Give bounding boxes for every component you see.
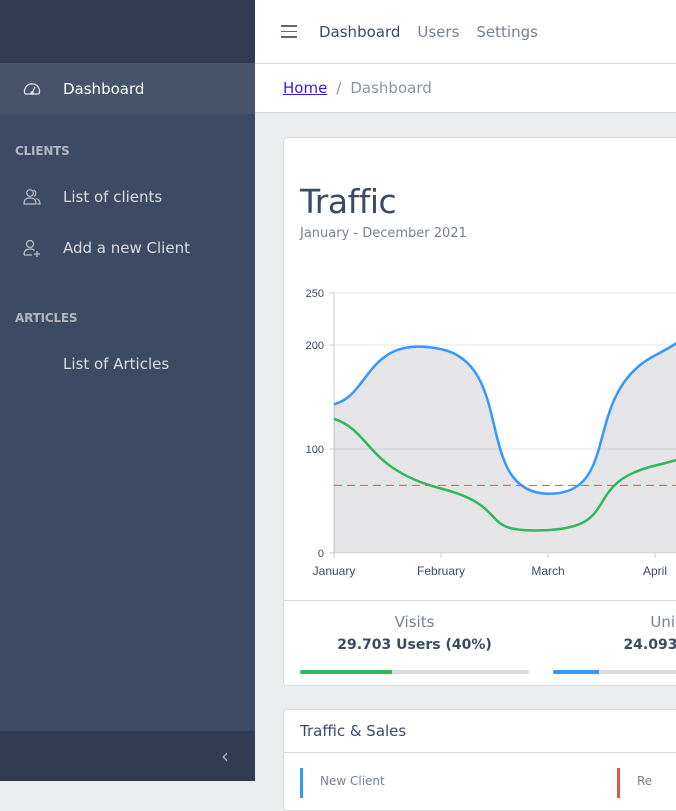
y-tick-label: 100 (306, 444, 324, 456)
sidebar-item-list-of-articles[interactable]: List of Articles (0, 338, 255, 389)
header-link-users[interactable]: Users (417, 23, 459, 41)
sidebar-item-label: List of clients (63, 187, 163, 206)
x-tick-label: April (643, 564, 667, 578)
breadcrumb-home-link[interactable]: Home (283, 79, 327, 97)
callout-bar (300, 768, 303, 798)
stat-unique: Uniq 24.093 Use (553, 613, 676, 653)
user-follow-icon (0, 238, 63, 258)
card-header: Traffic & Sales (284, 710, 676, 753)
traffic-card: Traffic January - December 2021 0 100 200 2… (283, 137, 676, 686)
stat-value: 29.703 Users (40%) (337, 637, 492, 653)
breadcrumb-separator: / (336, 79, 342, 97)
stat-label: Visits (394, 613, 435, 631)
header-link-dashboard[interactable]: Dashboard (319, 23, 400, 41)
sidebar-item-label: List of Articles (63, 354, 170, 373)
stat-visits: Visits 29.703 Users (40%) (300, 613, 529, 653)
breadcrumb: Home / Dashboard (255, 64, 676, 113)
progress-visits (300, 670, 529, 674)
sidebar-item-add-client[interactable]: Add a new Client (0, 222, 255, 273)
x-tick-label: January (313, 564, 356, 578)
speedometer-icon (0, 79, 63, 99)
callout-label: New Client (320, 774, 385, 788)
callout-bar (617, 768, 620, 798)
sidebar-item-dashboard[interactable]: Dashboard (0, 63, 255, 114)
sidebar: Dashboard CLIENTS List of clients Add a … (0, 0, 255, 781)
y-tick-label: 250 (306, 288, 324, 300)
progress-bar-fill (553, 670, 599, 674)
header: Dashboard Users Settings (255, 0, 676, 64)
callout-label: Re (637, 774, 653, 788)
sidebar-toggler[interactable]: ‹ (0, 731, 255, 781)
sidebar-brand[interactable] (0, 0, 255, 63)
chevron-left-icon: ‹ (221, 744, 229, 768)
sidebar-section-title: ARTICLES (15, 311, 78, 325)
card-footer: Visits 29.703 Users (40%) Uniq 24.093 Us… (284, 600, 676, 685)
x-tick-label: March (531, 564, 564, 578)
people-icon (0, 187, 63, 207)
hamburger-icon[interactable] (281, 25, 297, 38)
traffic-chart: 0 100 200 250 January February March April (306, 288, 676, 578)
progress-bar-fill (300, 670, 392, 674)
sidebar-item-label: Add a new Client (63, 238, 190, 257)
y-tick-label: 200 (306, 340, 324, 352)
sidebar-item-list-of-clients[interactable]: List of clients (0, 171, 255, 222)
series-area (334, 343, 676, 553)
stat-label: Uniq (650, 613, 676, 631)
progress-unique (553, 670, 676, 674)
stat-value: 24.093 Use (623, 637, 676, 653)
x-tick-label: February (417, 564, 465, 578)
breadcrumb-current: Dashboard (350, 79, 432, 97)
y-tick-label: 0 (318, 548, 324, 560)
sidebar-item-label: Dashboard (63, 79, 145, 98)
traffic-sales-card: Traffic & Sales New Client Re (283, 709, 676, 811)
card-subtitle: January - December 2021 (300, 226, 467, 241)
card-title: Traffic (300, 182, 397, 221)
sidebar-section-title: CLIENTS (15, 144, 70, 158)
header-link-settings[interactable]: Settings (476, 23, 538, 41)
